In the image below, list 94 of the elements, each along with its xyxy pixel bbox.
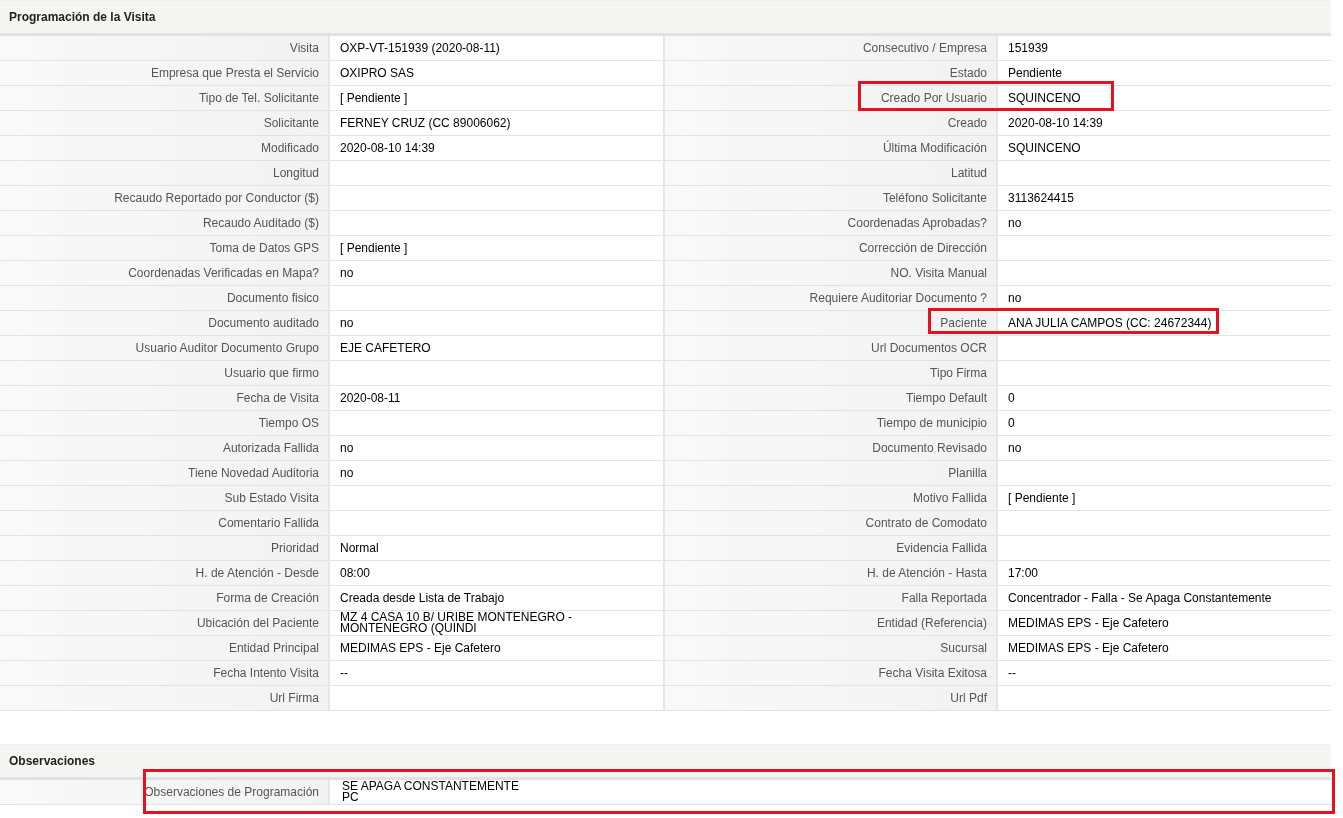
field-label: Tipo Firma bbox=[930, 366, 987, 380]
field-label: Planilla bbox=[948, 466, 987, 480]
field-value: MEDIMAS EPS - Eje Cafetero bbox=[340, 642, 501, 654]
field-label: Ubicación del Paciente bbox=[196, 616, 319, 630]
field-value: Pendiente bbox=[1008, 67, 1063, 79]
field-label: Consecutivo / Empresa bbox=[862, 41, 987, 55]
field-value: no bbox=[1008, 217, 1022, 229]
field-label: Tiempo de municipio bbox=[876, 416, 987, 430]
field-label: Solicitante bbox=[263, 116, 319, 130]
field-value: -- bbox=[340, 667, 348, 679]
field-label: Teléfono Solicitante bbox=[882, 191, 987, 205]
field-label: Usuario Auditor Documento Grupo bbox=[135, 341, 319, 355]
field-label: Fecha Intento Visita bbox=[213, 666, 319, 680]
field-value: 17:00 bbox=[1008, 567, 1039, 579]
field-label: Visita bbox=[289, 41, 319, 55]
field-label: Contrato de Comodato bbox=[865, 516, 987, 530]
field-value: 0 bbox=[1008, 417, 1015, 429]
field-label: Tipo de Tel. Solicitante bbox=[198, 91, 319, 105]
field-label: Coordenadas Aprobadas? bbox=[847, 216, 987, 230]
field-value: 151939 bbox=[1008, 42, 1049, 54]
field-label: Última Modificación bbox=[882, 141, 987, 155]
field-value: MEDIMAS EPS - Eje Cafetero bbox=[1008, 617, 1169, 629]
field-value: 2020-08-10 14:39 bbox=[1008, 117, 1103, 129]
field-label: Comentario Fallida bbox=[218, 516, 319, 530]
field-value: no bbox=[340, 467, 354, 479]
field-value: Creada desde Lista de Trabajo bbox=[340, 592, 505, 604]
field-value: MEDIMAS EPS - Eje Cafetero bbox=[1008, 642, 1169, 654]
field-label: Empresa que Presta el Servicio bbox=[150, 66, 319, 80]
field-value: 08:00 bbox=[340, 567, 371, 579]
field-label: Sucursal bbox=[940, 641, 987, 655]
field-value: 3113624415 bbox=[1008, 192, 1074, 204]
field-value: Concentrador - Falla - Se Apaga Constantemente bbox=[1008, 592, 1272, 604]
field-label: Paciente bbox=[940, 316, 987, 330]
field-value: SE APAGA CONSTANTEMENTE PC bbox=[342, 781, 519, 803]
field-label: Corrección de Dirección bbox=[858, 241, 987, 255]
field-value: no bbox=[340, 317, 354, 329]
field-label: Coordenadas Verificadas en Mapa? bbox=[128, 266, 319, 280]
field-label: Evidencia Fallida bbox=[896, 541, 987, 555]
field-value: 0 bbox=[1008, 392, 1015, 404]
field-value: [ Pendiente ] bbox=[340, 242, 408, 254]
field-value: no bbox=[340, 267, 354, 279]
field-label: Autorizada Fallida bbox=[222, 441, 319, 455]
field-label: Fecha Visita Exitosa bbox=[878, 666, 987, 680]
field-value: EJE CAFETERO bbox=[340, 342, 431, 354]
field-label: H. de Atención - Hasta bbox=[866, 566, 987, 580]
field-value: no bbox=[340, 442, 354, 454]
field-value: OXP-VT-151939 (2020-08-11) bbox=[340, 42, 500, 54]
field-label: Usuario que firmo bbox=[224, 366, 319, 380]
section-title: Observaciones bbox=[0, 744, 1331, 780]
field-label: Documento fisico bbox=[226, 291, 319, 305]
field-label: Modificado bbox=[260, 141, 319, 155]
field-value: no bbox=[1008, 292, 1022, 304]
field-label: Forma de Creación bbox=[216, 591, 319, 605]
field-label: Entidad (Referencia) bbox=[876, 616, 987, 630]
field-label: H. de Atención - Desde bbox=[195, 566, 319, 580]
field-label: Tiempo OS bbox=[258, 416, 319, 430]
field-value: Normal bbox=[340, 542, 379, 554]
field-value: SQUINCENO bbox=[1008, 142, 1081, 154]
field-value: FERNEY CRUZ (CC 89006062) bbox=[340, 117, 511, 129]
field-value: SQUINCENO bbox=[1008, 92, 1081, 104]
field-label: Fecha de Visita bbox=[236, 391, 319, 405]
field-label: Observaciones de Programación bbox=[144, 785, 319, 799]
field-value: -- bbox=[1008, 667, 1016, 679]
field-label: Longitud bbox=[272, 166, 319, 180]
field-label: Creado Por Usuario bbox=[880, 91, 987, 105]
field-label: Sub Estado Visita bbox=[224, 491, 319, 505]
field-label: Requiere Auditoriar Documento ? bbox=[809, 291, 987, 305]
field-label: Url Documentos OCR bbox=[870, 341, 987, 355]
field-value: ANA JULIA CAMPOS (CC: 24672344) bbox=[1008, 317, 1212, 329]
field-label: Latitud bbox=[950, 166, 987, 180]
field-value: 2020-08-11 bbox=[340, 392, 401, 404]
field-value: OXIPRO SAS bbox=[340, 67, 415, 79]
field-value: 2020-08-10 14:39 bbox=[340, 142, 435, 154]
field-label: Tiene Novedad Auditoria bbox=[188, 466, 319, 480]
field-label: Documento Revisado bbox=[872, 441, 987, 455]
field-label: Creado bbox=[947, 116, 987, 130]
field-value: [ Pendiente ] bbox=[1008, 492, 1076, 504]
field-label: NO. Visita Manual bbox=[890, 266, 987, 280]
field-label: Entidad Principal bbox=[228, 641, 319, 655]
field-value: no bbox=[1008, 442, 1022, 454]
section-title: Programación de la Visita bbox=[0, 0, 1331, 36]
field-label: Url Pdf bbox=[950, 691, 987, 705]
field-label: Documento auditado bbox=[208, 316, 319, 330]
field-value: MZ 4 CASA 10 B/ URIBE MONTENEGRO - MONTENEGRO (QUINDI bbox=[340, 612, 574, 634]
field-label: Falla Reportada bbox=[901, 591, 987, 605]
field-label: Estado bbox=[949, 66, 987, 80]
field-label: Tiempo Default bbox=[906, 391, 987, 405]
field-label: Url Firma bbox=[269, 691, 319, 705]
field-label: Prioridad bbox=[270, 541, 319, 555]
field-label: Recaudo Reportado por Conductor ($) bbox=[114, 191, 319, 205]
field-label: Toma de Datos GPS bbox=[209, 241, 319, 255]
field-label: Motivo Fallida bbox=[912, 491, 987, 505]
field-value: [ Pendiente ] bbox=[340, 92, 408, 104]
field-label: Recaudo Auditado ($) bbox=[202, 216, 319, 230]
